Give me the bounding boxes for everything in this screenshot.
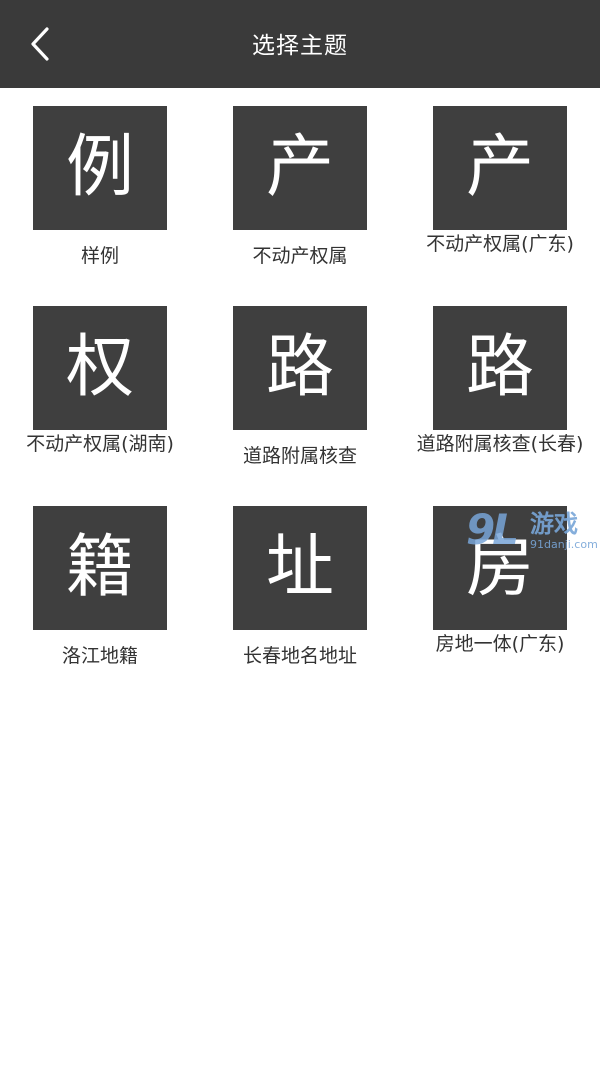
theme-label: 洛江地籍 [61,644,138,667]
theme-glyph: 路 [433,306,567,430]
theme-label: 不动产权属 [252,244,348,267]
theme-glyph: 址 [233,506,367,630]
theme-glyph: 权 [33,306,167,430]
theme-glyph: 路 [233,306,367,430]
page-title: 选择主题 [252,33,348,59]
theme-label: 道路附属核查(长春) [416,434,584,455]
theme-glyph: 产 [233,106,367,230]
theme-label: 不动产权属(广东) [426,234,574,255]
theme-label: 不动产权属(湖南) [26,434,174,455]
theme-tile[interactable]: 房 房地一体(广东) [400,488,600,688]
theme-label: 样例 [80,244,119,267]
theme-tile[interactable]: 例 样例 [0,88,200,288]
theme-tile[interactable]: 产 不动产权属 [200,88,400,288]
theme-tile[interactable]: 路 道路附属核查 [200,288,400,488]
theme-glyph: 籍 [33,506,167,630]
theme-glyph: 例 [33,106,167,230]
theme-tile[interactable]: 籍 洛江地籍 [0,488,200,688]
theme-label: 房地一体(广东) [435,634,565,655]
theme-tile[interactable]: 权 不动产权属(湖南) [0,288,200,488]
theme-tile[interactable]: 路 道路附属核查(长春) [400,288,600,488]
theme-glyph: 产 [433,106,567,230]
top-bar: 选择主题 [0,0,600,88]
theme-tile[interactable]: 址 长春地名地址 [200,488,400,688]
theme-glyph: 房 [433,506,567,630]
theme-label: 道路附属核查 [242,444,357,467]
theme-tile[interactable]: 产 不动产权属(广东) [400,88,600,288]
theme-label: 长春地名地址 [242,644,357,667]
